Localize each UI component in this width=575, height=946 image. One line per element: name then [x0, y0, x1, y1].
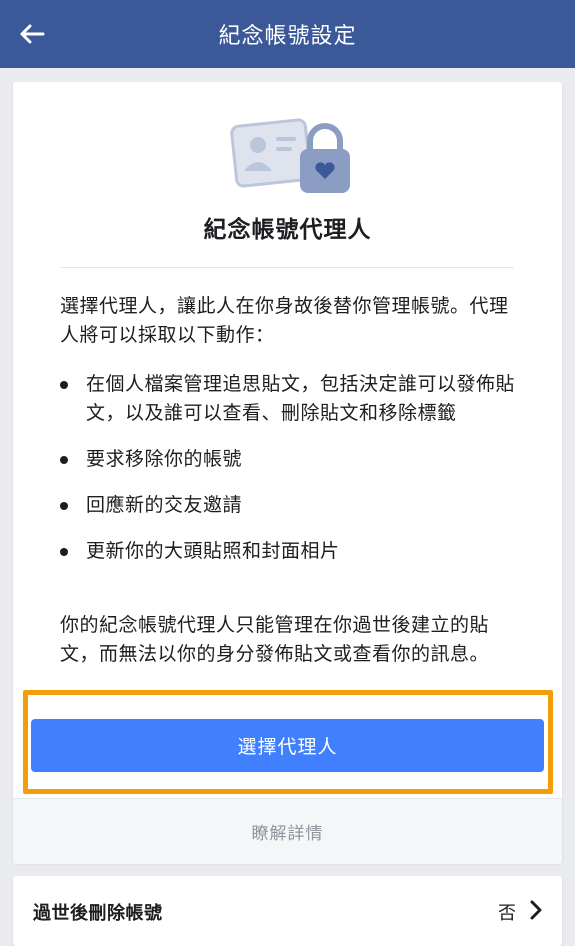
- list-item: 在個人檔案管理追思貼文，包括決定誰可以發佈貼文，以及誰可以查看、刪除貼文和移除標…: [60, 370, 520, 428]
- profile-card-lock-icon: [230, 118, 350, 193]
- bullet-icon: [60, 548, 68, 556]
- intro-text: 選擇代理人，讓此人在你身故後替你管理帳號。代理人將可以採取以下動作：: [60, 295, 509, 346]
- chevron-right-icon: [530, 900, 542, 920]
- card-title: 紀念帳號代理人: [203, 217, 372, 243]
- list-item-text: 回應新的交友邀請: [86, 494, 243, 516]
- list-item-text: 更新你的大頭貼照和封面相片: [86, 540, 340, 562]
- choose-legacy-contact-button[interactable]: 選擇代理人: [31, 719, 544, 772]
- page-title: 紀念帳號設定: [218, 24, 357, 49]
- list-item-text: 在個人檔案管理追思貼文，包括決定誰可以發佈貼文，以及誰可以查看、刪除貼文和移除標…: [86, 373, 516, 424]
- bullet-icon: [60, 456, 68, 464]
- permission-list: 在個人檔案管理追思貼文，包括決定誰可以發佈貼文，以及誰可以查看、刪除貼文和移除標…: [60, 370, 520, 583]
- outro-text: 你的紀念帳號代理人只能管理在你過世後建立的貼文，而無法以你的身分發佈貼文或查看你…: [60, 614, 490, 665]
- learn-more-link[interactable]: 瞭解詳情: [13, 798, 562, 864]
- setting-value: 否: [498, 903, 516, 924]
- bullet-icon: [60, 502, 68, 510]
- legacy-contact-card: 紀念帳號代理人 選擇代理人，讓此人在你身故後替你管理帳號。代理人將可以採取以下動…: [13, 82, 562, 864]
- bullet-icon: [60, 381, 68, 389]
- list-item: 要求移除你的帳號: [60, 445, 520, 474]
- list-item-text: 要求移除你的帳號: [86, 448, 243, 470]
- list-item: 更新你的大頭貼照和封面相片: [60, 537, 520, 566]
- setting-label: 過世後刪除帳號: [33, 903, 163, 924]
- list-item: 回應新的交友邀請: [60, 491, 520, 520]
- divider: [61, 267, 514, 268]
- back-arrow-icon: [20, 24, 45, 44]
- top-bar: 紀念帳號設定: [0, 0, 575, 68]
- back-button[interactable]: [14, 16, 50, 52]
